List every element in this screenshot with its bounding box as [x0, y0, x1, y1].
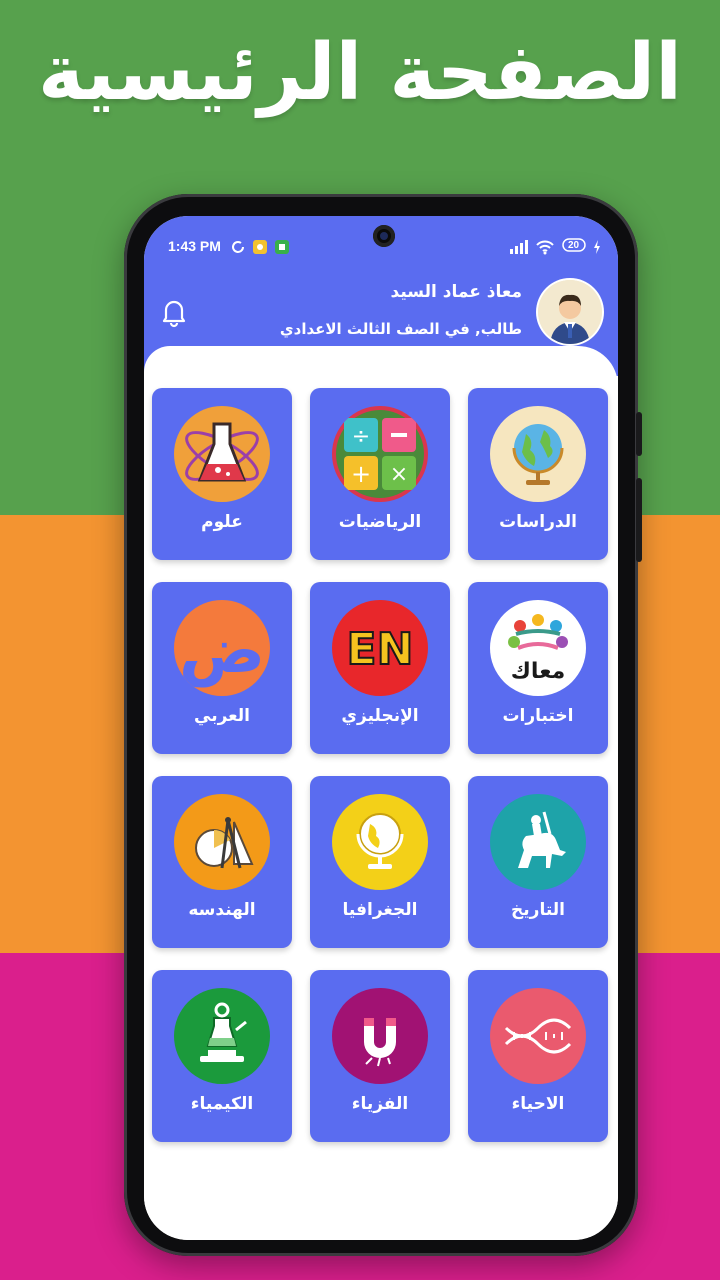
chemistry-scale-icon — [174, 988, 270, 1084]
subject-label: التاريخ — [511, 900, 565, 920]
magnet-icon — [332, 988, 428, 1084]
charging-icon — [592, 239, 602, 259]
subject-label: الفزياء — [351, 1094, 409, 1114]
geometry-tools-icon — [174, 794, 270, 890]
subjects-grid: الدراسات ÷ + × الرياضيات علوم معاك اختبارا… — [152, 388, 612, 1148]
subject-label: العربي — [194, 706, 250, 726]
phone-side-button — [636, 412, 642, 456]
subject-card-history[interactable]: التاريخ — [468, 776, 608, 948]
subject-label: الرياضيات — [338, 512, 422, 532]
subject-label: الاحياء — [511, 1094, 565, 1114]
bell-icon[interactable] — [158, 296, 190, 328]
app-screen: 1:43 PM 20 معاذ عماد السيد طالب, في الصف… — [144, 216, 618, 1240]
math-operations-icon: ÷ + × — [332, 406, 428, 502]
arabic-letter-icon: ض — [174, 600, 270, 696]
notification-app-icon — [274, 239, 290, 259]
arabic-icon-text: ض — [179, 614, 265, 688]
community-icon: معاك — [490, 600, 586, 696]
subject-card-biology[interactable]: الاحياء — [468, 970, 608, 1142]
dna-icon — [490, 988, 586, 1084]
subject-card-physics[interactable]: الفزياء — [310, 970, 450, 1142]
history-horseman-icon — [490, 794, 586, 890]
subject-card-chemistry[interactable]: الكيمياء — [152, 970, 292, 1142]
notification-app-icon — [252, 239, 268, 259]
subject-card-geography[interactable]: الجغرافيا — [310, 776, 450, 948]
user-grade: طالب, في الصف الثالث الاعدادي — [279, 320, 522, 338]
globe-icon — [490, 406, 586, 502]
subject-label: اختبارات — [502, 706, 574, 726]
subject-card-english[interactable]: EN الإنجليزي — [310, 582, 450, 754]
svg-text:+: + — [351, 460, 371, 488]
subject-card-arabic[interactable]: ض العربي — [152, 582, 292, 754]
sync-icon — [230, 239, 246, 259]
geography-globe-icon — [332, 794, 428, 890]
status-time: 1:43 PM — [168, 238, 221, 254]
subject-label: الإنجليزي — [341, 706, 419, 726]
subject-card-science[interactable]: علوم — [152, 388, 292, 560]
user-name: معاذ عماد السيد — [390, 282, 522, 302]
subject-card-social-studies[interactable]: الدراسات — [468, 388, 608, 560]
subject-label: الدراسات — [499, 512, 577, 532]
subject-card-math[interactable]: ÷ + × الرياضيات — [310, 388, 450, 560]
banner-title: الصفحة الرئيسية — [38, 28, 682, 118]
subject-label: الكيمياء — [190, 1094, 254, 1114]
avatar[interactable] — [538, 280, 602, 344]
subject-label: الهندسه — [188, 900, 256, 920]
subject-card-exams[interactable]: معاك اختبارات — [468, 582, 608, 754]
signal-icon — [508, 239, 530, 259]
english-icon-text: EN — [347, 624, 414, 675]
community-icon-text: معاك — [511, 659, 565, 684]
science-flask-icon — [174, 406, 270, 502]
battery-level: 20 — [568, 240, 580, 251]
phone-side-button — [636, 478, 642, 562]
svg-text:×: × — [390, 462, 408, 487]
subject-label: علوم — [201, 512, 243, 532]
english-icon: EN — [332, 600, 428, 696]
front-camera — [373, 225, 395, 247]
svg-text:÷: ÷ — [352, 424, 370, 449]
subject-label: الجغرافيا — [342, 900, 418, 920]
subject-card-geometry[interactable]: الهندسه — [152, 776, 292, 948]
wifi-icon — [536, 239, 554, 259]
